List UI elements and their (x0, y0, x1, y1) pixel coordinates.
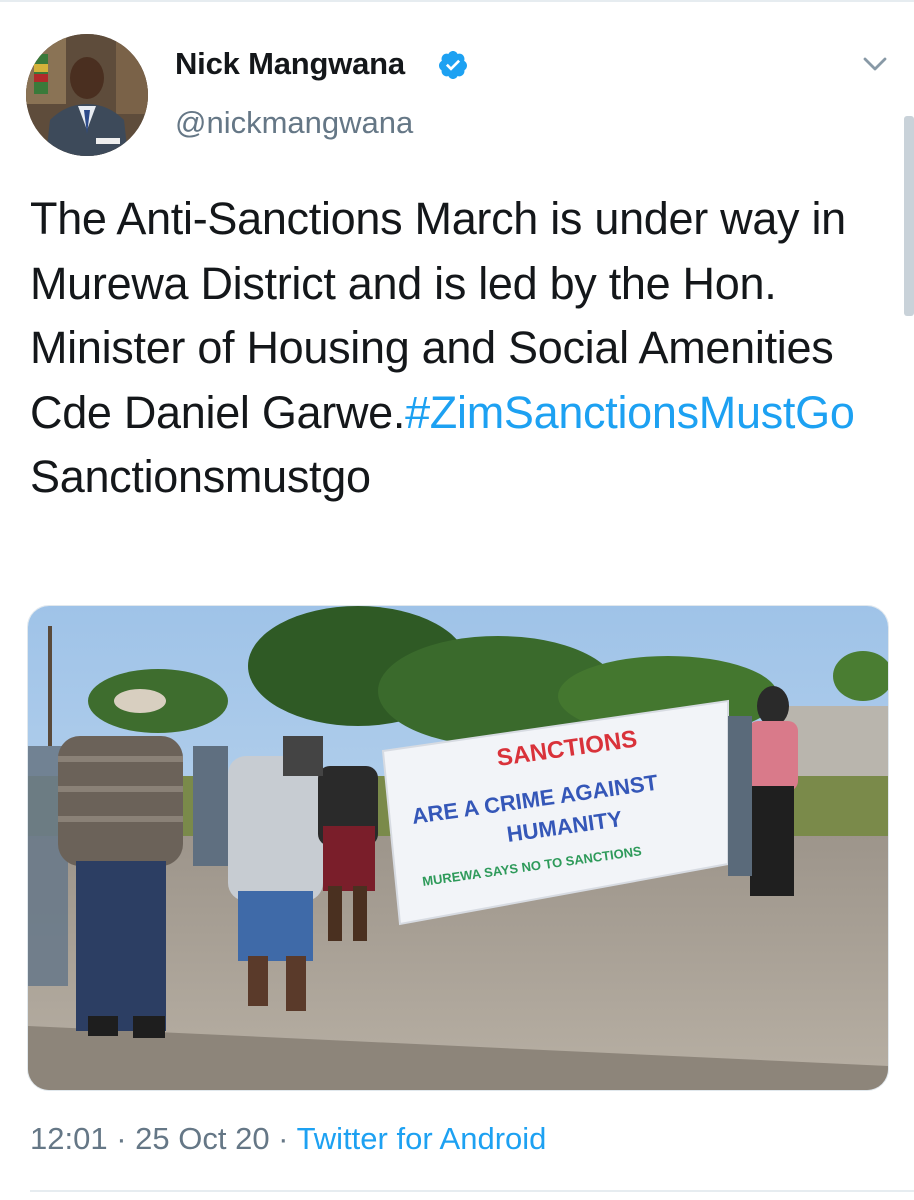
verified-badge-icon (438, 51, 467, 79)
tweet-tail: Sanctionsmustgo (30, 451, 371, 502)
tweet-source-link[interactable]: Twitter for Android (297, 1121, 547, 1156)
scrollbar[interactable] (904, 116, 914, 316)
tweet-time: 12:01 (30, 1121, 108, 1156)
bottom-divider (30, 1190, 914, 1192)
tweet-text: The Anti-Sanctions March is under way in… (30, 187, 890, 510)
meta-separator: · (269, 1121, 297, 1156)
top-divider (0, 0, 914, 2)
chevron-down-icon[interactable] (860, 53, 890, 75)
meta-separator: · (107, 1121, 136, 1156)
tweet-date: 25 Oct 20 (135, 1121, 270, 1156)
avatar[interactable] (26, 34, 148, 156)
author-name[interactable]: Nick Mangwana (175, 46, 405, 82)
hashtag-link[interactable]: #ZimSanctionsMustGo (405, 387, 855, 438)
march-photo: SANCTIONS ARE A CRIME AGAINST HUMANITY M… (28, 606, 888, 1090)
tweet-photo[interactable]: SANCTIONS ARE A CRIME AGAINST HUMANITY M… (27, 605, 889, 1091)
author-handle[interactable]: @nickmangwana (175, 105, 413, 141)
avatar-photo (26, 34, 148, 156)
tweet-meta: 12:01 · 25 Oct 20 · Twitter for Android (30, 1121, 546, 1157)
